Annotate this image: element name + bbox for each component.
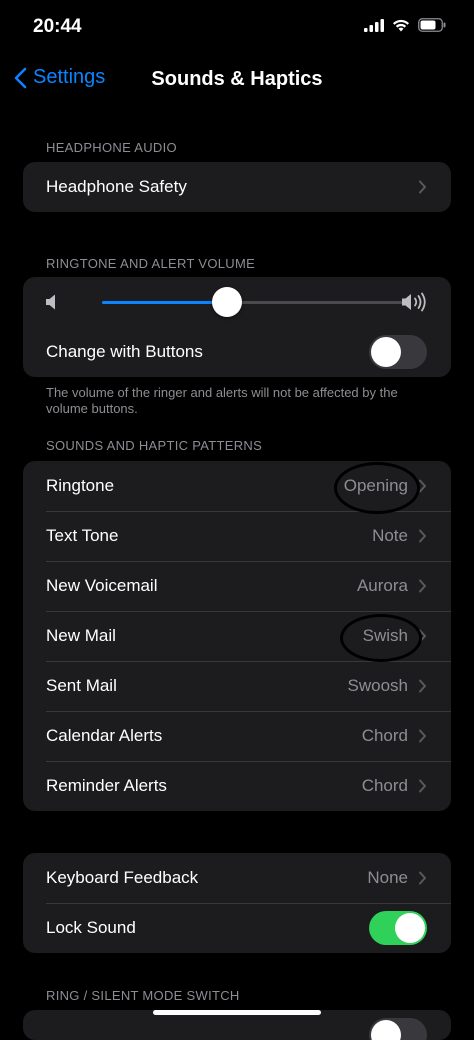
status-time: 20:44	[33, 16, 82, 37]
chevron-right-icon	[419, 871, 426, 885]
pattern-value: Note	[372, 526, 408, 545]
status-icons	[364, 18, 446, 32]
chevron-right-icon	[419, 180, 426, 194]
chevron-right-icon	[419, 479, 426, 493]
headphone-group: Headphone Safety	[23, 162, 451, 212]
volume-slider-thumb[interactable]	[211, 287, 242, 317]
volume-slider-fill	[102, 301, 227, 304]
chevron-right-icon	[419, 579, 426, 593]
section-header-patterns: SOUNDS AND HAPTIC PATTERNS	[46, 438, 263, 453]
pattern-label: Calendar Alerts	[46, 726, 163, 745]
pattern-label: Sent Mail	[46, 676, 117, 695]
pattern-row-ringtone[interactable]: Ringtone Opening	[23, 461, 451, 511]
section-header-ring-silent: RING / SILENT MODE SWITCH	[46, 988, 240, 1003]
pattern-value: Opening	[343, 476, 408, 495]
change-with-buttons-label: Change with Buttons	[46, 342, 203, 361]
pattern-row-new-voicemail[interactable]: New Voicemail Aurora	[23, 561, 451, 611]
pattern-value: Swoosh	[347, 676, 408, 695]
change-with-buttons-row: Change with Buttons	[23, 327, 451, 377]
change-with-buttons-toggle[interactable]	[369, 335, 427, 369]
section-header-volume: RINGTONE AND ALERT VOLUME	[46, 256, 256, 271]
patterns-group: Ringtone Opening Text Tone Note New Voic…	[23, 461, 451, 811]
lock-sound-toggle[interactable]	[369, 911, 427, 945]
lock-sound-row: Lock Sound	[23, 903, 451, 953]
keyboard-feedback-label: Keyboard Feedback	[46, 868, 199, 887]
pattern-row-text-tone[interactable]: Text Tone Note	[23, 511, 451, 561]
volume-slider[interactable]	[102, 287, 406, 317]
pattern-row-new-mail[interactable]: New Mail Swish	[23, 611, 451, 661]
speaker-low-icon	[46, 294, 55, 310]
pattern-value: Aurora	[356, 576, 408, 595]
feedback-group: Keyboard Feedback None Lock Sound	[23, 853, 451, 953]
pattern-label: New Voicemail	[46, 576, 158, 595]
headphone-safety-label: Headphone Safety	[46, 177, 187, 196]
chevron-right-icon	[419, 729, 426, 743]
pattern-value: Chord	[361, 726, 408, 745]
chevron-right-icon	[419, 679, 426, 693]
page-title: Sounds & Haptics	[151, 68, 323, 90]
pattern-label: Ringtone	[46, 476, 115, 495]
pattern-row-sent-mail[interactable]: Sent Mail Swoosh	[23, 661, 451, 711]
speaker-high-icon	[402, 292, 426, 312]
pattern-value: Chord	[361, 776, 408, 795]
volume-slider-row	[23, 277, 451, 327]
chevron-right-icon	[419, 529, 426, 543]
headphone-safety-row[interactable]: Headphone Safety	[23, 162, 451, 212]
pattern-label: Reminder Alerts	[46, 776, 167, 795]
chevron-right-icon	[419, 779, 426, 793]
pattern-row-reminder-alerts[interactable]: Reminder Alerts Chord	[23, 761, 451, 811]
ring-silent-toggle[interactable]	[369, 1018, 427, 1040]
home-indicator	[153, 1010, 321, 1015]
pattern-label: Text Tone	[46, 526, 119, 545]
volume-footer-note: The volume of the ringer and alerts will…	[46, 385, 398, 416]
volume-group: Change with Buttons	[23, 277, 451, 377]
pattern-label: New Mail	[46, 626, 116, 645]
pattern-row-calendar-alerts[interactable]: Calendar Alerts Chord	[23, 711, 451, 761]
keyboard-feedback-row[interactable]: Keyboard Feedback None	[23, 853, 451, 903]
battery-icon	[418, 18, 446, 32]
chevron-right-icon	[419, 629, 426, 643]
lock-sound-label: Lock Sound	[46, 918, 136, 937]
section-header-headphone-audio: HEADPHONE AUDIO	[46, 140, 177, 155]
wifi-icon	[393, 19, 409, 31]
pattern-value: Swish	[362, 626, 408, 645]
cellular-signal-icon	[364, 18, 384, 32]
keyboard-feedback-value: None	[367, 868, 408, 887]
